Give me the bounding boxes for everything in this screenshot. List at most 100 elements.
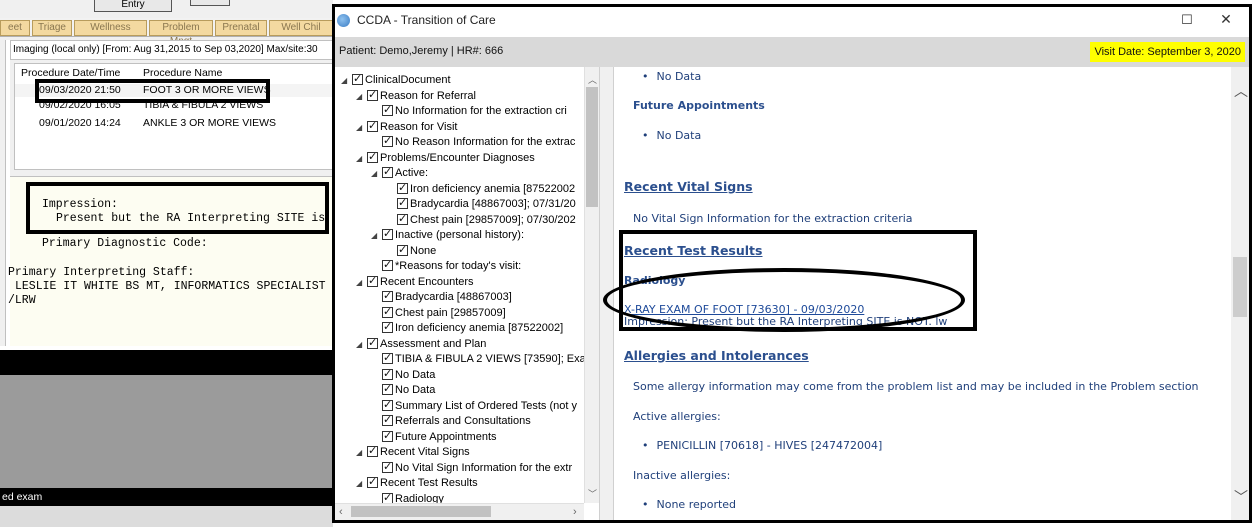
tree-item[interactable]: ◢ ClinicalDocument	[341, 72, 451, 88]
toolbar-button[interactable]	[190, 0, 230, 6]
tree-item[interactable]: Chest pain [29857009]	[371, 305, 506, 321]
tree-item[interactable]: Chest pain [29857009]; 07/30/202	[386, 212, 576, 228]
scroll-up-icon[interactable]: ︿	[1234, 81, 1248, 101]
tree-checkbox[interactable]	[382, 491, 393, 505]
expand-arrow-icon[interactable]: ◢	[356, 89, 367, 104]
window-title: CCDA - Transition of Care	[357, 13, 496, 27]
tree-checkbox[interactable]	[382, 413, 393, 427]
tree-checkbox[interactable]	[367, 119, 378, 133]
tree-item[interactable]: ◢ Inactive (personal history):	[371, 227, 524, 243]
tree-checkbox[interactable]	[382, 165, 393, 179]
tree-checkbox[interactable]	[382, 351, 393, 365]
tree-item[interactable]: No Data	[371, 367, 435, 383]
expand-arrow-icon[interactable]: ◢	[371, 166, 382, 181]
tab-well-child[interactable]: Well Chil	[269, 20, 333, 36]
tree-item-label: None	[410, 244, 437, 257]
expand-arrow-icon[interactable]: ◢	[356, 151, 367, 166]
tab-problem-mngt[interactable]: Problem Mngt	[149, 20, 213, 47]
close-icon[interactable]: ✕	[1219, 11, 1233, 28]
tree-checkbox[interactable]	[382, 460, 393, 474]
tree-item-label: TIBIA & FIBULA 2 VIEWS [73590]; Exa	[395, 353, 586, 365]
scroll-right-icon[interactable]: ›	[573, 506, 577, 518]
tree-item[interactable]: None	[386, 243, 437, 259]
scroll-down-icon[interactable]: ﹀	[1234, 487, 1248, 507]
maximize-icon[interactable]: ☐	[1180, 12, 1194, 28]
tab-prenatal[interactable]: Prenatal	[215, 20, 267, 36]
tree-checkbox[interactable]	[397, 212, 408, 226]
procedure-date: 09/01/2020 14:24	[39, 117, 121, 129]
entry-button[interactable]: Entry	[94, 0, 172, 12]
tree-item[interactable]: ◢ Active:	[371, 165, 428, 181]
tree-item[interactable]: Bradycardia [48867003]; 07/31/20	[386, 196, 576, 212]
expand-arrow-icon[interactable]: ◢	[356, 337, 367, 352]
expand-arrow-icon[interactable]: ◢	[371, 228, 382, 243]
scroll-left-icon[interactable]: ‹	[339, 506, 343, 518]
tab-sheet[interactable]: eet	[0, 20, 30, 36]
tree-item[interactable]: *Reasons for today's visit:	[371, 258, 521, 274]
tree-checkbox[interactable]	[382, 305, 393, 319]
tree-scroll-thumb[interactable]	[586, 87, 598, 207]
tree-item[interactable]: Iron deficiency anemia [87522002]	[371, 320, 563, 336]
tree-item-label: Chest pain [29857009]; 07/30/202	[410, 213, 576, 226]
tree-checkbox[interactable]	[367, 88, 378, 102]
tree-checkbox[interactable]	[382, 289, 393, 303]
tree-item[interactable]: ◢ Recent Vital Signs	[356, 444, 470, 460]
tree-checkbox[interactable]	[382, 227, 393, 241]
staff-name: LESLIE IT WHITE BS MT, INFORMATICS SPECI…	[15, 280, 326, 293]
tree-item[interactable]: No Reason Information for the extrac	[371, 134, 575, 150]
tree-checkbox[interactable]	[382, 134, 393, 148]
tree-checkbox[interactable]	[397, 181, 408, 195]
tree-checkbox[interactable]	[382, 429, 393, 443]
bottom-strip	[0, 506, 333, 527]
tree-item[interactable]: No Information for the extraction cri	[371, 103, 567, 119]
tree-item[interactable]: ◢ Reason for Visit	[356, 119, 457, 135]
tree-checkbox[interactable]	[367, 475, 378, 489]
app-icon	[337, 14, 350, 27]
tree-checkbox[interactable]	[397, 196, 408, 210]
scroll-up-icon[interactable]: ︿	[588, 73, 597, 86]
tree-checkbox[interactable]	[367, 336, 378, 350]
expand-arrow-icon[interactable]: ◢	[341, 73, 352, 88]
tree-item[interactable]: ◢ Problems/Encounter Diagnoses	[356, 150, 535, 166]
tree-item[interactable]: No Vital Sign Information for the extr	[371, 460, 573, 476]
tree-item[interactable]: ◢ Assessment and Plan	[356, 336, 486, 352]
scroll-down-icon[interactable]: ﹀	[588, 487, 597, 500]
tree-checkbox[interactable]	[367, 150, 378, 164]
tree-item[interactable]: ◢ Recent Encounters	[356, 274, 474, 290]
column-header-date[interactable]: Procedure Date/Time	[21, 67, 120, 79]
tree-checkbox[interactable]	[367, 444, 378, 458]
tree-checkbox[interactable]	[382, 320, 393, 334]
tree-checkbox[interactable]	[382, 382, 393, 396]
document-scroll-thumb[interactable]	[1233, 257, 1247, 317]
tree-checkbox[interactable]	[382, 398, 393, 412]
tree-item[interactable]: ◢ Recent Test Results	[356, 475, 478, 491]
expand-arrow-icon[interactable]: ◢	[356, 275, 367, 290]
tree-checkbox[interactable]	[367, 274, 378, 288]
tab-wellness[interactable]: Wellness	[74, 20, 147, 36]
expand-arrow-icon[interactable]: ◢	[356, 120, 367, 135]
allergies-heading: Allergies and Intolerances	[624, 348, 809, 363]
tree-item[interactable]: Iron deficiency anemia [87522002	[386, 181, 575, 197]
future-appointments-heading: Future Appointments	[633, 99, 765, 112]
tree-item-label: No Vital Sign Information for the extr	[395, 461, 573, 474]
tree-item[interactable]: Referrals and Consultations	[371, 413, 531, 429]
tree-item[interactable]: Bradycardia [48867003]	[371, 289, 512, 305]
tree-checkbox[interactable]	[382, 367, 393, 381]
tree-item-label: Inactive (personal history):	[395, 229, 524, 241]
tab-triage[interactable]: Triage	[32, 20, 72, 36]
tree-item[interactable]: TIBIA & FIBULA 2 VIEWS [73590]; Exa	[371, 351, 586, 367]
expand-arrow-icon[interactable]: ◢	[356, 445, 367, 460]
tree-hscroll-thumb[interactable]	[351, 506, 491, 517]
tree-item-label: Summary List of Ordered Tests (not y	[395, 399, 577, 412]
procedure-row[interactable]: 09/01/2020 14:24 ANKLE 3 OR MORE VIEWS	[15, 117, 333, 130]
tree-checkbox[interactable]	[382, 258, 393, 272]
tree-checkbox[interactable]	[397, 243, 408, 257]
tree-checkbox[interactable]	[352, 72, 363, 86]
tree-item[interactable]: Future Appointments	[371, 429, 497, 445]
tree-item[interactable]: No Data	[371, 382, 435, 398]
tree-item[interactable]: Summary List of Ordered Tests (not y	[371, 398, 577, 414]
expand-arrow-icon[interactable]: ◢	[356, 476, 367, 491]
tree-item[interactable]: ◢ Reason for Referral	[356, 88, 476, 104]
column-header-name[interactable]: Procedure Name	[143, 67, 222, 79]
tree-checkbox[interactable]	[382, 103, 393, 117]
